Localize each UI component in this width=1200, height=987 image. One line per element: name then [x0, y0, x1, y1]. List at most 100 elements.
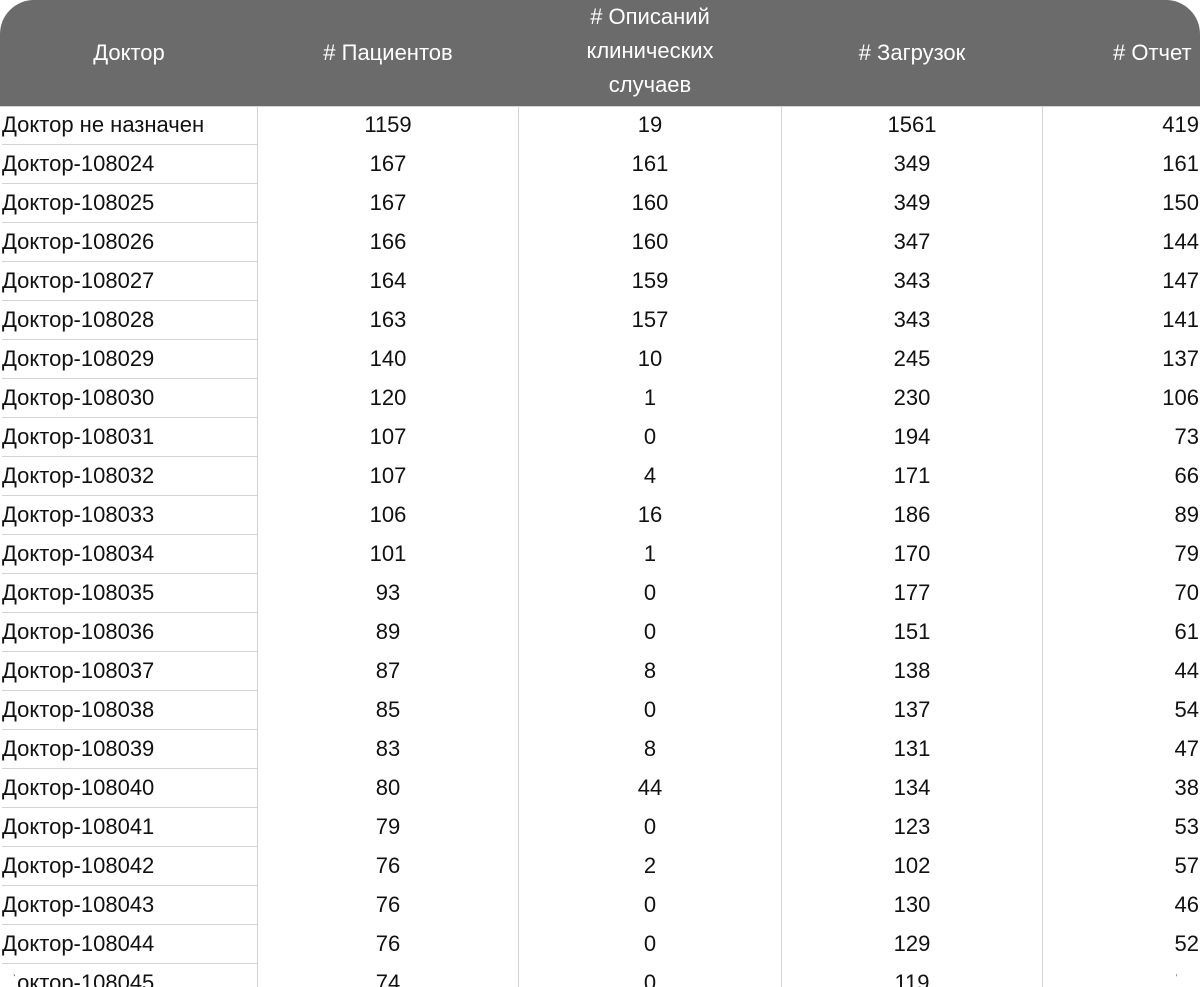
header-reports[interactable]: # Отчет — [1043, 0, 1200, 106]
table-row[interactable]: Доктор-108039 83 8 131 47 — [0, 730, 1200, 769]
table-row[interactable]: Доктор-108029 140 10 245 137 — [0, 340, 1200, 379]
cell-patients[interactable]: 93 — [258, 574, 518, 612]
table-row[interactable]: Доктор-108031 107 0 194 73 — [0, 418, 1200, 457]
cell-clinical-cases[interactable]: 8 — [519, 652, 781, 690]
cell-patients[interactable]: 140 — [258, 340, 518, 378]
cell-reports[interactable]: 46 — [1043, 886, 1200, 924]
cell-doctor[interactable]: Доктор-108043 — [2, 886, 257, 925]
cell-clinical-cases[interactable]: 0 — [519, 964, 781, 987]
cell-doctor[interactable]: Доктор-108039 — [2, 730, 257, 769]
cell-doctor[interactable]: Доктор-108027 — [2, 262, 257, 301]
cell-uploads[interactable]: 102 — [782, 847, 1042, 885]
cell-doctor[interactable]: Доктор-108035 — [2, 574, 257, 613]
cell-uploads[interactable]: 177 — [782, 574, 1042, 612]
cell-reports[interactable]: 141 — [1043, 301, 1200, 339]
cell-doctor[interactable]: Доктор-108038 — [2, 691, 257, 730]
cell-clinical-cases[interactable]: 159 — [519, 262, 781, 300]
cell-patients[interactable]: 107 — [258, 418, 518, 456]
cell-reports[interactable]: 66 — [1043, 457, 1200, 495]
cell-patients[interactable]: 1159 — [258, 106, 518, 144]
cell-doctor[interactable]: Доктор-108033 — [2, 496, 257, 535]
cell-clinical-cases[interactable]: 0 — [519, 808, 781, 846]
cell-uploads[interactable]: 129 — [782, 925, 1042, 963]
table-row[interactable]: Доктор-108027 164 159 343 147 — [0, 262, 1200, 301]
cell-clinical-cases[interactable]: 10 — [519, 340, 781, 378]
table-row[interactable]: Доктор-108028 163 157 343 141 — [0, 301, 1200, 340]
cell-patients[interactable]: 74 — [258, 964, 518, 987]
cell-reports[interactable]: 73 — [1043, 418, 1200, 456]
cell-doctor[interactable]: Доктор-108024 — [2, 145, 257, 184]
cell-clinical-cases[interactable]: 0 — [519, 886, 781, 924]
table-row[interactable]: Доктор-108030 120 1 230 106 — [0, 379, 1200, 418]
table-row[interactable]: Доктор-108041 79 0 123 53 — [0, 808, 1200, 847]
cell-patients[interactable]: 101 — [258, 535, 518, 573]
table-row[interactable]: Доктор-108026 166 160 347 144 — [0, 223, 1200, 262]
cell-doctor[interactable]: Доктор-108036 — [2, 613, 257, 652]
cell-uploads[interactable]: 151 — [782, 613, 1042, 651]
cell-patients[interactable]: 120 — [258, 379, 518, 417]
cell-patients[interactable]: 163 — [258, 301, 518, 339]
cell-doctor[interactable]: Доктор-108029 — [2, 340, 257, 379]
cell-doctor[interactable]: Доктор-108025 — [2, 184, 257, 223]
cell-reports[interactable]: 147 — [1043, 262, 1200, 300]
cell-patients[interactable]: 167 — [258, 145, 518, 183]
cell-clinical-cases[interactable]: 0 — [519, 613, 781, 651]
header-uploads[interactable]: # Загрузок — [782, 0, 1042, 106]
cell-uploads[interactable]: 194 — [782, 418, 1042, 456]
cell-doctor[interactable]: Доктор не назначен — [2, 106, 257, 145]
cell-clinical-cases[interactable]: 0 — [519, 925, 781, 963]
cell-clinical-cases[interactable]: 0 — [519, 418, 781, 456]
cell-reports[interactable]: 38 — [1043, 769, 1200, 807]
cell-doctor[interactable]: Доктор-108030 — [2, 379, 257, 418]
cell-reports[interactable]: 61 — [1043, 613, 1200, 651]
header-patients[interactable]: # Пациентов — [258, 0, 518, 106]
cell-patients[interactable]: 87 — [258, 652, 518, 690]
header-clinical-cases[interactable]: # Описаний клинических случаев — [519, 0, 781, 104]
cell-doctor[interactable]: Доктор-108034 — [2, 535, 257, 574]
cell-uploads[interactable]: 343 — [782, 301, 1042, 339]
table-row[interactable]: Доктор-10804574011954 — [0, 964, 1200, 987]
table-row[interactable]: Доктор-108025 167 160 349 150 — [0, 184, 1200, 223]
cell-uploads[interactable]: 349 — [782, 184, 1042, 222]
cell-clinical-cases[interactable]: 161 — [519, 145, 781, 183]
cell-clinical-cases[interactable]: 16 — [519, 496, 781, 534]
cell-uploads[interactable]: 119 — [782, 964, 1042, 987]
table-row[interactable]: Доктор-108038 85 0 137 54 — [0, 691, 1200, 730]
table-row[interactable]: Доктор-108024 167 161 349 161 — [0, 145, 1200, 184]
cell-reports[interactable]: 137 — [1043, 340, 1200, 378]
cell-reports[interactable]: 79 — [1043, 535, 1200, 573]
cell-reports[interactable]: 161 — [1043, 145, 1200, 183]
cell-uploads[interactable]: 137 — [782, 691, 1042, 729]
cell-clinical-cases[interactable]: 160 — [519, 223, 781, 261]
cell-uploads[interactable]: 171 — [782, 457, 1042, 495]
cell-clinical-cases[interactable]: 0 — [519, 574, 781, 612]
cell-patients[interactable]: 76 — [258, 925, 518, 963]
table-row[interactable]: Доктор-108035 93 0 177 70 — [0, 574, 1200, 613]
cell-doctor[interactable]: Доктор-108041 — [2, 808, 257, 847]
cell-clinical-cases[interactable]: 4 — [519, 457, 781, 495]
table-row[interactable]: Доктор-108034 101 1 170 79 — [0, 535, 1200, 574]
cell-reports[interactable]: 106 — [1043, 379, 1200, 417]
cell-uploads[interactable]: 349 — [782, 145, 1042, 183]
cell-doctor[interactable]: Доктор-108026 — [2, 223, 257, 262]
cell-doctor[interactable]: Доктор-108044 — [2, 925, 257, 964]
cell-patients[interactable]: 89 — [258, 613, 518, 651]
cell-patients[interactable]: 76 — [258, 886, 518, 924]
cell-patients[interactable]: 76 — [258, 847, 518, 885]
cell-reports[interactable]: 70 — [1043, 574, 1200, 612]
cell-uploads[interactable]: 170 — [782, 535, 1042, 573]
cell-patients[interactable]: 107 — [258, 457, 518, 495]
cell-doctor[interactable]: Доктор-108031 — [2, 418, 257, 457]
cell-patients[interactable]: 83 — [258, 730, 518, 768]
cell-patients[interactable]: 166 — [258, 223, 518, 261]
cell-reports[interactable]: 144 — [1043, 223, 1200, 261]
cell-reports[interactable]: 150 — [1043, 184, 1200, 222]
cell-uploads[interactable]: 245 — [782, 340, 1042, 378]
cell-clinical-cases[interactable]: 1 — [519, 535, 781, 573]
cell-clinical-cases[interactable]: 19 — [519, 106, 781, 144]
table-row[interactable]: Доктор-108042 76 2 102 57 — [0, 847, 1200, 886]
cell-doctor[interactable]: Доктор-108032 — [2, 457, 257, 496]
cell-doctor[interactable]: Доктор-108045 — [2, 964, 257, 987]
cell-uploads[interactable]: 230 — [782, 379, 1042, 417]
cell-uploads[interactable]: 347 — [782, 223, 1042, 261]
